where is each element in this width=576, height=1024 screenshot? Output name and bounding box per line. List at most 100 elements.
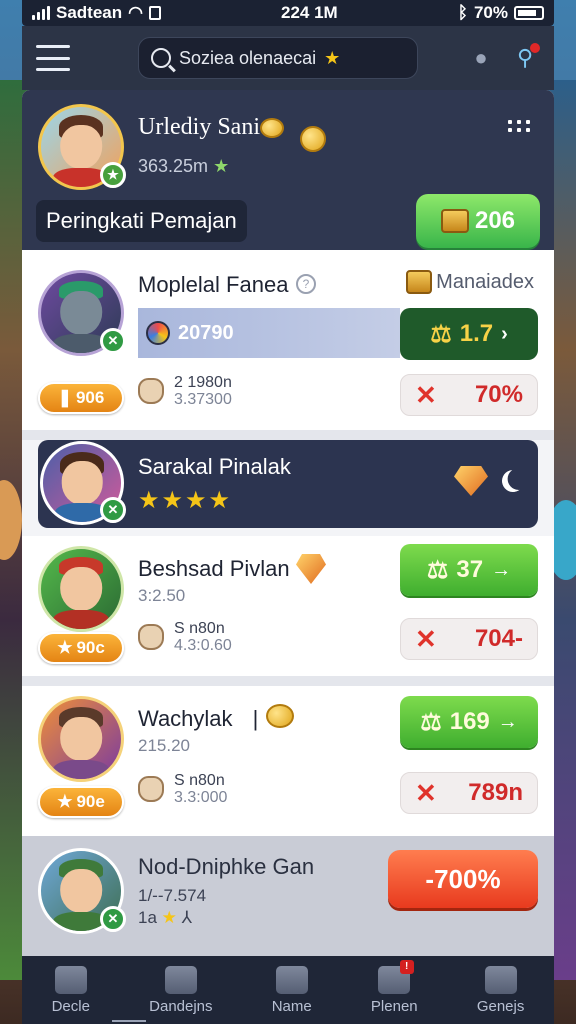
player-row[interactable]: Beshsad Pivlan 3:2.50 ⚖ 37 → ★ 90c S n80… <box>22 536 554 676</box>
loss-chip[interactable]: ✕ 70% <box>400 374 538 416</box>
trade-icon: ⚖ <box>420 708 442 736</box>
nav-item-players[interactable]: ! Plenen <box>371 959 418 1015</box>
player-stats: 2 1980n 3.37300 <box>138 374 232 408</box>
player-avatar: ✕ <box>40 441 126 525</box>
loss-chip[interactable]: ✕ 789n <box>400 772 538 814</box>
nav-item-name[interactable]: Name <box>272 965 312 1015</box>
moon-icon[interactable] <box>499 467 527 495</box>
shield-icon <box>296 554 326 584</box>
verified-icon: ✕ <box>100 328 126 354</box>
nav-item-rankings[interactable]: Dandejns <box>149 965 213 1015</box>
player-row-highlighted[interactable]: ✕ Sarakal Pinalak ★★★★ <box>38 440 538 528</box>
arrow-right-icon: → <box>497 710 518 733</box>
money-bag-icon <box>138 776 164 802</box>
player-stats: S n80n 4.3:0.60 <box>138 620 232 654</box>
profile-avatar[interactable]: ★ <box>38 104 126 190</box>
player-tag: Manaiadex <box>406 270 534 294</box>
player-sub: 215.20 <box>138 736 190 755</box>
verified-icon: ★ <box>100 162 126 188</box>
player-row[interactable]: Wachylak | 215.20 ⚖ 169 → ★ 90e S n80n 3… <box>22 686 554 836</box>
nav-active-indicator <box>112 1020 146 1022</box>
search-input[interactable]: Soziea olenaecai ★ <box>138 37 418 79</box>
row-divider <box>22 430 554 440</box>
player-avatar <box>38 696 124 782</box>
signal-icon <box>32 6 50 20</box>
player-name: Sarakal Pinalak <box>138 454 291 479</box>
nav-item-home[interactable]: Decle <box>52 965 90 1015</box>
menu-icon[interactable] <box>36 45 70 71</box>
gem-icon <box>146 321 170 345</box>
level-badge: ★ 90c <box>38 632 124 664</box>
row-divider <box>22 676 554 686</box>
action-button[interactable]: ⚖ 37 → <box>400 544 538 596</box>
carrier-name: Sadtean <box>56 3 123 22</box>
rank-label: Peringkati Pemajan <box>36 200 247 242</box>
sim-icon <box>148 6 161 20</box>
player-name: Wachylak | <box>138 706 259 731</box>
app-bar: Soziea olenaecai ★ ● ⚲ <box>22 26 554 90</box>
chat-icon <box>275 965 308 994</box>
profile-header: ★ Urlediy Sani 363.25m ★ Peringkati Pema… <box>22 90 554 250</box>
points-button[interactable]: 206 <box>416 194 540 248</box>
nav-item-games[interactable]: Genejs <box>477 965 524 1015</box>
chevron-right-icon: › <box>501 322 508 345</box>
verified-icon: ✕ <box>100 906 126 932</box>
star-icon: ★ <box>57 792 73 811</box>
level-badge: ★ 90e <box>38 786 124 818</box>
bottom-nav: Decle Dandejns Name ! Plenen Genejs <box>22 956 554 1024</box>
ghost-icon: ❚ <box>57 388 72 407</box>
money-bag-icon <box>138 624 164 650</box>
trade-icon: ⚖ <box>426 556 449 584</box>
coin-icon <box>300 126 326 152</box>
player-name: Beshsad Pivlan <box>138 556 290 581</box>
player-avatar <box>38 546 124 632</box>
player-avatar: ✕ <box>38 270 126 356</box>
info-icon: ? <box>296 274 316 294</box>
level-badge: ❚ 906 <box>38 382 124 414</box>
player-sub: 1/--7.574 <box>138 886 207 905</box>
status-bar: Sadtean ◠ 224 1M ᛒ 70% <box>22 0 554 26</box>
profile-name: Urlediy Sani <box>138 114 260 140</box>
notification-search-icon[interactable]: ⚲ <box>510 43 540 73</box>
profile-score: 363.25m ★ <box>138 156 230 176</box>
points-value: 206 <box>474 207 516 234</box>
trade-icon: ⚖ <box>430 320 452 348</box>
money-bag-icon <box>138 378 164 404</box>
microphone-icon[interactable]: ● <box>466 43 496 73</box>
action-button[interactable]: ⚖ 169 → <box>400 696 538 748</box>
wifi-icon: ◠ <box>128 3 143 22</box>
close-icon: ✕ <box>415 379 437 410</box>
star-icon: ★ <box>324 47 341 68</box>
chest-icon <box>440 209 469 233</box>
coin-icon <box>260 118 284 138</box>
separator-mark: | <box>252 706 259 731</box>
action-button[interactable]: -700% <box>388 850 538 908</box>
player-name: Moplelal Fanea <box>138 272 289 297</box>
score-value: 20790 <box>178 321 234 344</box>
action-button[interactable]: ⚖ 1.7 › <box>400 308 538 360</box>
close-icon: ✕ <box>415 623 437 654</box>
more-options-icon[interactable] <box>508 120 536 132</box>
loss-chip[interactable]: ✕ 704- <box>400 618 538 660</box>
verified-icon: ✕ <box>100 497 126 523</box>
crate-icon <box>406 270 433 294</box>
rating-stars: ★★★★ <box>138 487 233 514</box>
close-icon: ✕ <box>415 777 437 808</box>
player-row[interactable]: ✕ Moplelal Fanea ? Manaiadex 20790 ⚖ 1.7… <box>22 250 554 430</box>
player-row[interactable]: ✕ Nod-Dniphke Gan 1/--7.574 1a ★ ⅄ -700% <box>22 836 554 956</box>
home-icon <box>54 965 87 994</box>
battery-icon <box>513 6 544 20</box>
star-icon: ★ <box>57 638 73 657</box>
coin-icon <box>266 704 294 728</box>
trophy-icon <box>164 965 197 994</box>
clock: 224 1M <box>281 3 338 22</box>
player-sub: 3:2.50 <box>138 586 186 605</box>
battery-percent: 70% <box>473 3 508 22</box>
player-avatar: ✕ <box>38 848 126 934</box>
player-name: Nod-Dniphke Gan <box>138 854 315 879</box>
player-sub: 1a ★ ⅄ <box>138 908 193 927</box>
search-icon <box>151 48 171 68</box>
notification-dot <box>530 43 540 53</box>
chest-icon <box>484 965 517 994</box>
search-text: Soziea olenaecai <box>179 47 317 68</box>
